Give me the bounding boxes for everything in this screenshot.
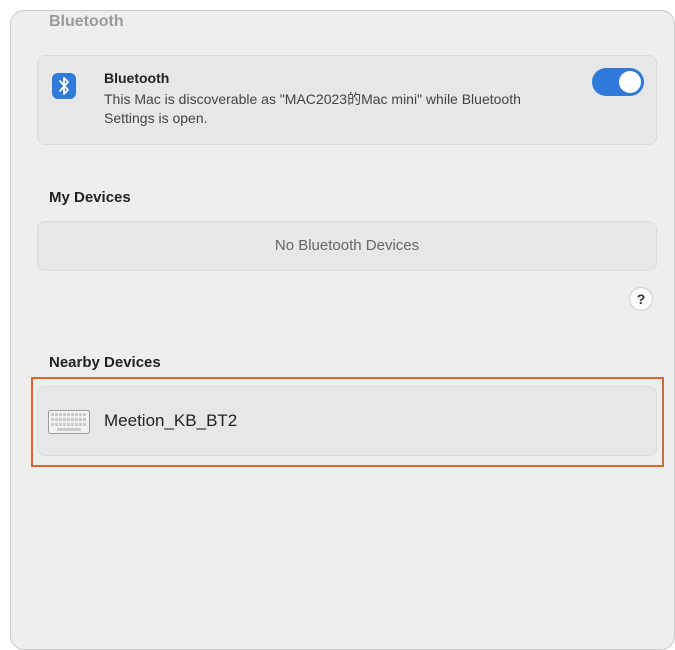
bluetooth-icon (52, 73, 76, 99)
my-devices-empty: No Bluetooth Devices (37, 221, 657, 271)
my-devices-title: My Devices (49, 189, 131, 206)
device-name: Meetion_KB_BT2 (104, 411, 238, 430)
bluetooth-toggle[interactable] (592, 68, 644, 96)
toggle-knob (619, 71, 641, 93)
nearby-devices-title: Nearby Devices (49, 354, 161, 371)
help-button[interactable]: ? (629, 287, 653, 311)
bluetooth-card: Bluetooth This Mac is discoverable as "M… (37, 55, 657, 145)
nearby-device-item[interactable]: Meetion_KB_BT2 (37, 386, 657, 456)
bluetooth-description: This Mac is discoverable as "MAC2023的Mac… (104, 91, 521, 126)
bluetooth-title: Bluetooth (104, 70, 170, 86)
keyboard-icon (48, 410, 90, 434)
bluetooth-settings-window: Bluetooth Bluetooth This Mac is discover… (10, 10, 675, 650)
section-title: Bluetooth (49, 13, 124, 30)
